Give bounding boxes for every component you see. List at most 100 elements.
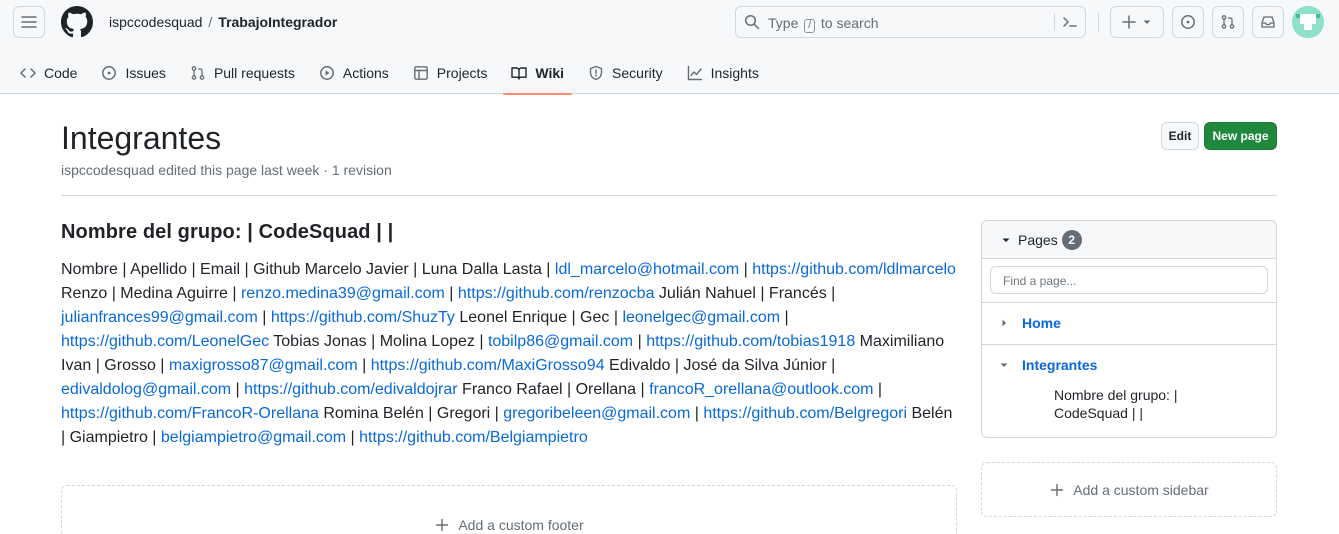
search-suffix: to search — [820, 15, 879, 31]
tab-pull-requests[interactable]: Pull requests — [182, 52, 303, 94]
content-text: | — [346, 429, 360, 446]
tab-actions[interactable]: Actions — [311, 52, 397, 94]
hamburger-menu-button[interactable] — [13, 6, 45, 38]
tab-security[interactable]: Security — [580, 52, 671, 94]
tab-issues-label: Issues — [125, 65, 166, 81]
tab-projects-label: Projects — [436, 65, 488, 81]
issue-icon — [102, 66, 117, 80]
content-link[interactable]: gregoribeleen@gmail.com — [503, 405, 690, 422]
content-link[interactable]: https://github.com/FrancoR-Orellana — [61, 405, 319, 422]
hamburger-icon — [21, 16, 37, 28]
find-page-input[interactable]: Find a page... — [990, 266, 1268, 294]
content-link[interactable]: edivaldolog@gmail.com — [61, 381, 231, 398]
wiki-content: Nombre del grupo: | CodeSquad | | Nombre… — [61, 221, 957, 450]
create-new-button[interactable] — [1110, 6, 1164, 38]
chevron-down-icon — [1143, 20, 1151, 24]
sidebar-item-home-label[interactable]: Home — [1022, 315, 1061, 331]
content-link[interactable]: https://github.com/tobias1918 — [646, 333, 855, 350]
issue-icon — [1181, 15, 1195, 29]
content-link[interactable]: ldl_marcelo@hotmail.com — [555, 261, 739, 278]
plus-icon — [436, 518, 449, 531]
chevron-down-icon[interactable] — [998, 359, 1010, 371]
tab-insights[interactable]: Insights — [679, 52, 767, 94]
pages-count-badge: 2 — [1061, 229, 1082, 250]
pull-request-icon — [1221, 15, 1235, 29]
content-text: Franco Rafael | Orellana | — [457, 381, 650, 398]
inbox-button[interactable] — [1252, 6, 1284, 38]
content-link[interactable]: https://github.com/MaxiGrosso94 — [371, 357, 605, 374]
content-text: | — [739, 261, 753, 278]
chevron-down-icon — [1002, 238, 1010, 242]
shield-icon — [589, 65, 603, 81]
inbox-icon — [1261, 16, 1275, 28]
app-header: ispccodesquad / TrabajoIntegrador Type / t… — [0, 0, 1339, 95]
pull-requests-button[interactable] — [1212, 6, 1244, 38]
tab-code[interactable]: Code — [12, 52, 85, 94]
content-text: Edivaldo | José da Silva Júnior | — [604, 357, 836, 374]
tab-projects[interactable]: Projects — [405, 52, 496, 94]
add-custom-sidebar: Add a custom sidebar — [1049, 482, 1209, 498]
search-shortcut-key: / — [804, 19, 816, 33]
content-link[interactable]: tobilp86@gmail.com — [488, 333, 633, 350]
tab-pull-requests-label: Pull requests — [213, 65, 295, 81]
command-palette-icon[interactable] — [1062, 14, 1078, 30]
tab-security-label: Security — [612, 65, 663, 81]
breadcrumb-separator: / — [208, 14, 213, 30]
sidebar-item-integrantes[interactable]: Integrantes — [982, 357, 1276, 373]
edit-button[interactable]: Edit — [1161, 122, 1199, 150]
graph-icon — [687, 65, 702, 81]
content-link[interactable]: https://github.com/ldlmarcelo — [752, 261, 956, 278]
content-link[interactable]: https://github.com/LeonelGec — [61, 333, 269, 350]
pull-request-icon — [191, 66, 205, 80]
search-prefix: Type — [768, 15, 799, 31]
github-logo-icon[interactable] — [61, 6, 93, 38]
content-link[interactable]: https://github.com/edivaldojrar — [244, 381, 457, 398]
page-title: Integrantes — [61, 120, 222, 156]
sidebar-item-divider — [982, 344, 1276, 345]
search-input[interactable]: Type / to search — [735, 6, 1086, 38]
content-paragraph: Nombre | Apellido | Email | Github Marce… — [61, 258, 957, 450]
content-text: | — [690, 405, 704, 422]
content-link[interactable]: renzo.medina39@gmail.com — [241, 285, 445, 302]
content-link[interactable]: https://github.com/renzocba — [458, 285, 655, 302]
content-text: | — [231, 381, 245, 398]
content-link[interactable]: julianfrances99@gmail.com — [61, 309, 258, 326]
chevron-right-icon[interactable] — [998, 317, 1010, 329]
content-link[interactable]: leonelgec@gmail.com — [622, 309, 780, 326]
breadcrumb-owner[interactable]: ispccodesquad — [109, 14, 202, 30]
content-link[interactable]: https://github.com/ShuzTy — [271, 309, 455, 326]
content-text: Nombre | Apellido | Email | Github Marce… — [61, 261, 555, 278]
content-text: | — [873, 381, 883, 398]
content-text: Tobias Jonas | Molina Lopez | — [269, 333, 488, 350]
content-link[interactable]: maxigrosso87@gmail.com — [169, 357, 358, 374]
tab-issues[interactable]: Issues — [93, 52, 173, 94]
content-link[interactable]: belgiampietro@gmail.com — [161, 429, 346, 446]
breadcrumb: ispccodesquad / TrabajoIntegrador — [109, 14, 337, 30]
pages-toggle[interactable]: Pages 2 — [982, 221, 1276, 259]
content-link[interactable]: francoR_orellana@outlook.com — [649, 381, 873, 398]
avatar[interactable] — [1292, 6, 1324, 38]
table-icon — [413, 66, 428, 80]
add-custom-footer: Add a custom footer — [434, 505, 584, 534]
add-custom-footer-label: Add a custom footer — [458, 516, 584, 533]
add-custom-sidebar-button[interactable]: Add a custom sidebar — [981, 462, 1277, 517]
search-placeholder: Type / to search — [768, 15, 879, 33]
issues-button[interactable] — [1172, 6, 1204, 38]
page-meta: ispccodesquad edited this page last week… — [61, 162, 392, 178]
tab-wiki[interactable]: Wiki — [503, 52, 572, 95]
breadcrumb-repo[interactable]: TrabajoIntegrador — [218, 14, 337, 30]
pages-sidebar: Pages 2 Find a page... Home Integrantes … — [981, 220, 1277, 438]
new-page-button[interactable]: New page — [1204, 122, 1277, 150]
add-custom-footer-button[interactable]: Add a custom footer — [61, 485, 957, 534]
header-divider — [1098, 12, 1099, 32]
tab-insights-label: Insights — [710, 65, 759, 81]
sidebar-item-home[interactable]: Home — [982, 315, 1276, 331]
find-divider — [982, 302, 1276, 303]
content-link[interactable]: https://github.com/Belgiampietro — [359, 429, 588, 446]
content-text: | — [357, 357, 371, 374]
content-link[interactable]: https://github.com/Belgregori — [703, 405, 907, 422]
code-icon — [20, 68, 36, 78]
sidebar-subitem-heading[interactable]: Nombre del grupo: | CodeSquad | | — [1054, 386, 1214, 422]
plus-icon — [1051, 483, 1064, 496]
sidebar-item-integrantes-label[interactable]: Integrantes — [1022, 357, 1097, 373]
